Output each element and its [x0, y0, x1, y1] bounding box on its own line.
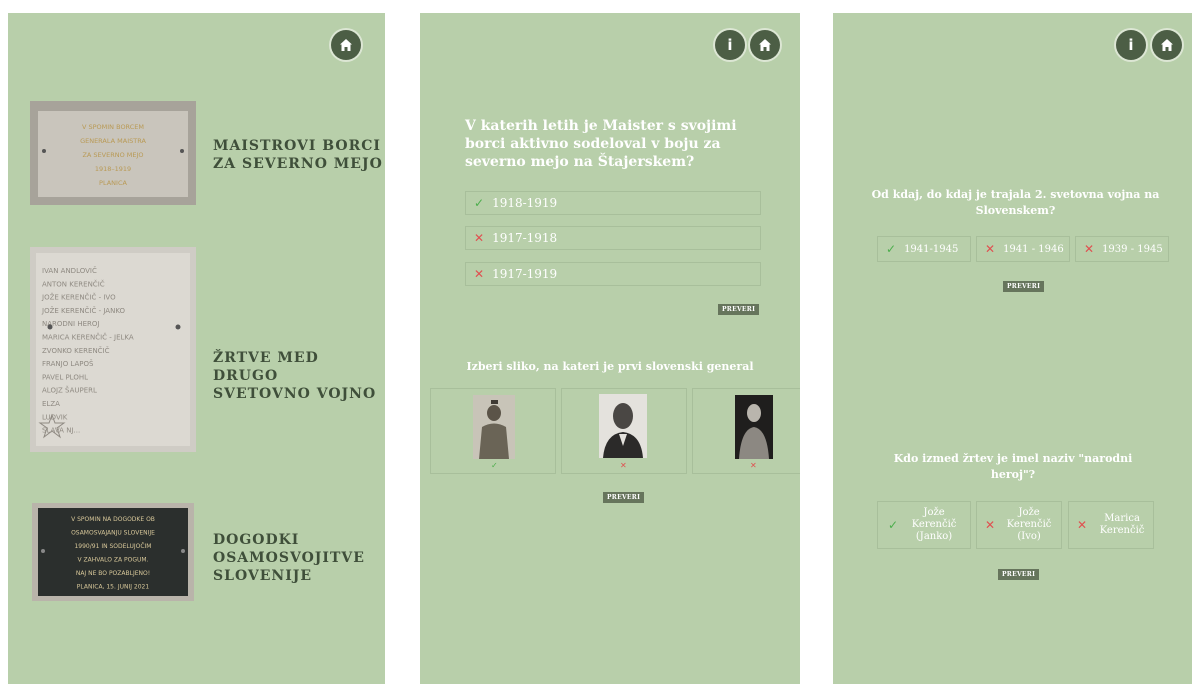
answer-option[interactable]: ✕ 1941 - 1946: [976, 236, 1070, 262]
plaque-inscription-line: 1918–1919: [95, 165, 131, 173]
plaque-inscription-line: LUDVIK: [42, 413, 68, 421]
wrong-mark-icon: ✕: [474, 267, 485, 281]
check-button[interactable]: PREVERI: [998, 569, 1040, 580]
screen-plaques-menu: V SPOMIN BORCEM GENERALA MAISTRA ZA SEVERN…: [8, 13, 385, 684]
plaque-title-maister: MAISTROVI BORCI ZA SEVERNO MEJO: [213, 138, 383, 172]
plaque-inscription-line: PLANICA, 15. JUNIJ 2021: [77, 584, 150, 591]
info-button[interactable]: i: [1116, 30, 1146, 60]
plaque-inscription-line: ELZA: [42, 400, 60, 408]
plaque-inscription-line: ALOJZ ŠAUPERL: [42, 386, 97, 395]
answer-label: 1941 - 1946: [1003, 243, 1064, 255]
home-icon: [759, 39, 771, 51]
plaque-inscription-line: SLAVA NJ...: [42, 427, 80, 435]
answer-option[interactable]: ✓ 1918-1919: [465, 191, 761, 215]
answer-label: Jože Kerenčič (Ivo): [1006, 507, 1052, 542]
plaque-inscription-line: FRANJO LAPOŠ: [42, 359, 94, 368]
portrait-photo: [735, 395, 773, 459]
answer-option[interactable]: ✕ Jože Kerenčič (Ivo): [976, 501, 1062, 549]
plaque-inscription-line: JOŽE KERENČIČ - IVO: [41, 293, 116, 302]
plaque-inscription-line: PAVEL PLOHL: [42, 373, 88, 381]
question-title: Od kdaj, do kdaj je trajala 2. svetovna …: [871, 188, 1160, 217]
wrong-mark-icon: ✕: [1077, 518, 1088, 532]
screen-quiz-ww2: i Od kdaj, do kdaj je trajala 2. svetovn…: [833, 13, 1192, 684]
question-title: Kdo izmed žrtev je imel naziv "narodni h…: [893, 452, 1133, 481]
wrong-mark-icon: ✕: [750, 461, 757, 470]
plaque-inscription-line: IVAN ANDLOVIČ: [42, 266, 97, 275]
wrong-mark-icon: ✕: [620, 461, 627, 470]
wrong-mark-icon: ✕: [985, 518, 996, 532]
portrait-photo: [473, 395, 515, 459]
image-option[interactable]: ✓: [430, 388, 556, 474]
home-icon: [1161, 39, 1173, 51]
check-button[interactable]: PREVERI: [1003, 281, 1045, 292]
question-title: V katerih letih je Maister s svojimi bor…: [465, 118, 737, 170]
wrong-mark-icon: ✕: [985, 242, 996, 256]
answer-option[interactable]: ✕ 1917-1918: [465, 226, 761, 250]
plaque-inscription-line: NAJ NE BO POZABLJENO!: [76, 570, 150, 577]
plaque-image-independence: V SPOMIN NA DOGODKE OB OSAMOSVAJANJU SLOV…: [32, 503, 194, 601]
answer-label: 1939 - 1945: [1102, 243, 1163, 255]
plaque-inscription-line: OSAMOSVAJANJU SLOVENIJE: [71, 530, 155, 537]
answer-option[interactable]: ✕ Marica Kerenčič: [1068, 501, 1154, 549]
answer-label: Marica Kerenčič: [1099, 513, 1145, 536]
plaque-inscription-line: ANTON KERENČIČ: [42, 279, 105, 288]
question-title: Izberi sliko, na kateri je prvi slovensk…: [466, 360, 754, 373]
plaque-inscription-line: MARICA KERENČIČ - JELKA: [42, 333, 134, 342]
plaque-image-maister: V SPOMIN BORCEM GENERALA MAISTRA ZA SEVERN…: [30, 101, 196, 205]
home-button[interactable]: [1152, 30, 1182, 60]
plaque-inscription-line: V SPOMIN BORCEM: [82, 123, 144, 131]
answer-label: 1918-1919: [492, 196, 558, 210]
correct-mark-icon: ✓: [886, 242, 897, 256]
answer-label: Jože Kerenčič (Janko): [911, 507, 957, 542]
info-icon: i: [1128, 36, 1134, 54]
plaque-title-independence: DOGODKI OSAMOSVOJITVE SLOVENIJE: [213, 532, 365, 584]
answer-label: 1917-1919: [492, 267, 558, 281]
plaque-inscription-line: V ZAHVALO ZA POGUM.: [78, 557, 149, 564]
correct-mark-icon: ✓: [491, 461, 498, 470]
plaque-inscription-line: GENERALA MAISTRA: [80, 137, 146, 145]
check-button[interactable]: PREVERI: [603, 492, 645, 503]
plaque-inscription-line: JOŽE KERENČIČ - JANKO: [41, 306, 126, 315]
answer-option[interactable]: ✓ 1941-1945: [877, 236, 971, 262]
plaque-title-victims-ww2: ŽRTVE MED DRUGO SVETOVNO VOJNO: [213, 350, 377, 402]
home-button[interactable]: [331, 30, 361, 60]
correct-mark-icon: ✓: [888, 518, 899, 532]
plaque-inscription-line: PLANICA: [99, 179, 127, 187]
home-icon: [340, 39, 352, 51]
answer-label: 1941-1945: [904, 243, 959, 255]
plaque-inscription-line: ZVONKO KERENČIČ: [42, 346, 110, 355]
info-icon: i: [727, 36, 733, 54]
plaque-inscription-line: 1990/91 IN SODELUJOČIM: [74, 543, 151, 550]
answer-option[interactable]: ✕ 1939 - 1945: [1075, 236, 1169, 262]
plaque-image-victims-ww2: IVAN ANDLOVIČ ANTON KERENČIČ JOŽE KERENČIČ…: [30, 247, 196, 452]
portrait-photo: [599, 394, 647, 458]
wrong-mark-icon: ✕: [1084, 242, 1095, 256]
info-button[interactable]: i: [715, 30, 745, 60]
answer-option[interactable]: ✓ Jože Kerenčič (Janko): [877, 501, 971, 549]
image-option[interactable]: ✕: [561, 388, 687, 474]
answer-option[interactable]: ✕ 1917-1919: [465, 262, 761, 286]
screen-quiz-maister: i V katerih letih je Maister s svojimi b…: [420, 13, 800, 684]
wrong-mark-icon: ✕: [474, 231, 485, 245]
check-button[interactable]: PREVERI: [718, 304, 760, 315]
home-button[interactable]: [750, 30, 780, 60]
answer-label: 1917-1918: [492, 231, 558, 245]
image-option[interactable]: ✕: [692, 388, 800, 474]
correct-mark-icon: ✓: [474, 196, 485, 210]
plaque-inscription-line: V SPOMIN NA DOGODKE OB: [71, 516, 155, 523]
plaque-inscription-line: ZA SEVERNO MEJO: [82, 151, 143, 159]
